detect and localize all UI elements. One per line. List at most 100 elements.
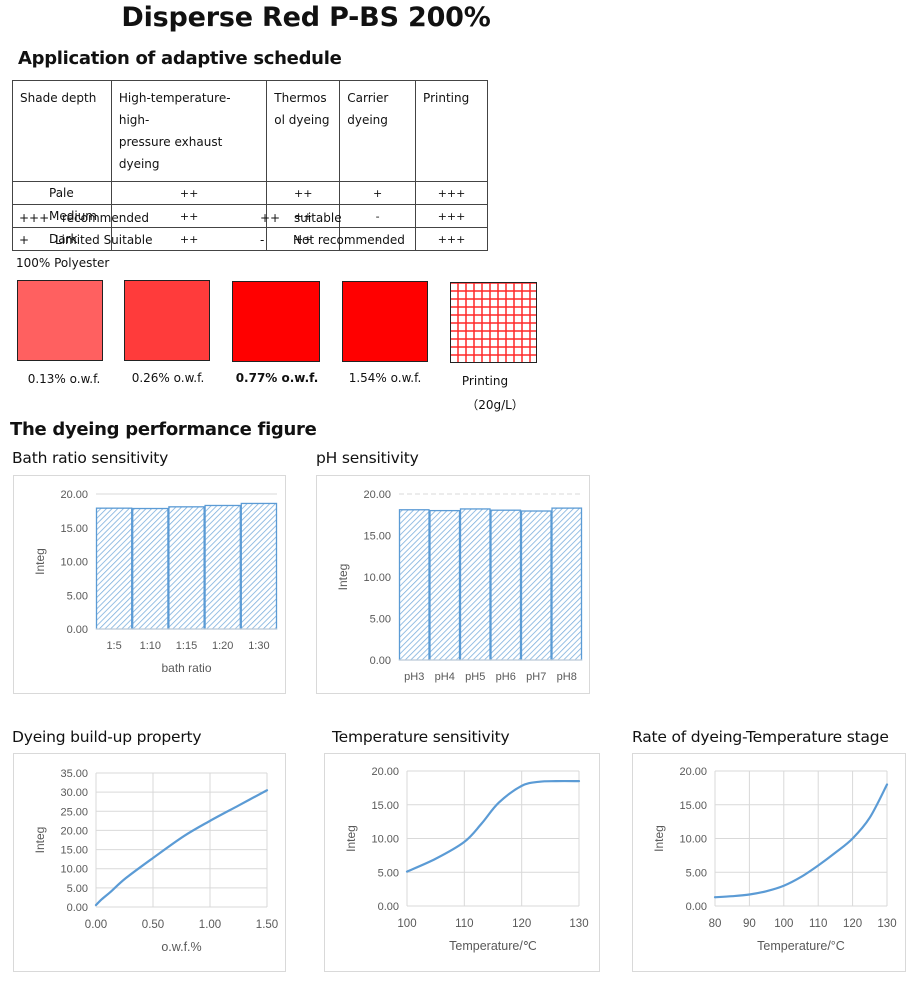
y-axis-label: Integ: [33, 827, 47, 854]
table-row: Pale ++ ++ + +++: [12, 181, 488, 205]
y-tick-label: 5.00: [686, 867, 707, 879]
swatch-label: 0.13% o.w.f.: [27, 372, 101, 386]
y-tick-label: 15.00: [371, 800, 399, 812]
x-tick-label: pH5: [465, 671, 485, 683]
swatch-label: Printing: [461, 374, 509, 388]
x-tick-label: 100: [774, 918, 793, 930]
y-tick-label: 5.00: [67, 883, 88, 895]
x-tick-label: 0.00: [85, 919, 107, 931]
swatch-label: 0.26% o.w.f.: [131, 371, 205, 385]
ph-chart: 0.00 5.00 10.00 15.00 20.00 Integ pH3 pH4 pH5 pH6…: [316, 475, 590, 694]
swatch-0: [17, 280, 103, 361]
bar: [398, 509, 430, 661]
y-tick-label: 20.00: [371, 766, 399, 778]
y-tick-label: 10.00: [371, 834, 399, 846]
bath-ratio-chart: 0.00 5.00 10.00 15.00 20.00 Integ 1:5 1:10 1:15 1…: [13, 475, 286, 694]
y-tick-label: 10.00: [679, 834, 707, 846]
swatch-label: 0.77% o.w.f.: [235, 371, 319, 385]
y-tick-label: 5.00: [67, 590, 88, 602]
series-line: [713, 783, 889, 899]
swatch-2: [232, 281, 320, 362]
swatch-sublabel: （20g/L）: [466, 398, 524, 412]
y-tick-label: 25.00: [60, 806, 88, 818]
x-tick-label: pH4: [435, 671, 455, 683]
x-tick-label: 1:20: [212, 640, 233, 652]
bar: [95, 507, 133, 630]
bar: [168, 506, 205, 630]
bar: [459, 508, 491, 661]
ph-chart-svg: 0.00 5.00 10.00 15.00 20.00 Integ pH3 pH4 pH5 pH6…: [336, 489, 583, 683]
chart-title: Bath ratio sensitivity: [12, 449, 169, 467]
legend-meaning: suitable: [294, 211, 342, 225]
y-tick-label: 0.00: [378, 901, 399, 913]
temperature-sensitivity-chart-svg: 0.00 5.00 10.00 15.00 20.00 Integ 100 110 120 130…: [344, 766, 589, 953]
bar: [132, 507, 169, 630]
bar: [240, 502, 278, 630]
y-tick-label: 10.00: [60, 557, 88, 569]
column-header: Printing: [415, 80, 488, 182]
column-header: Thermos ol dyeing: [266, 80, 341, 182]
performance-heading: The dyeing performance figure: [10, 419, 317, 440]
legend-symbol: -: [260, 233, 265, 247]
y-tick-label: 20.00: [60, 825, 88, 837]
y-tick-label: 0.00: [67, 902, 88, 914]
buildup-chart: 0.00 5.00 10.00 15.00 20.00 25.00 30.00 35.00 In…: [13, 753, 286, 972]
rating-cell: +++: [415, 227, 488, 251]
x-tick-label: 1:5: [106, 640, 121, 652]
legend-symbol: ++: [260, 211, 281, 225]
bar: [204, 504, 241, 630]
y-tick-label: 10.00: [363, 572, 391, 584]
x-tick-label: 120: [512, 918, 531, 930]
y-tick-label: 10.00: [60, 864, 88, 876]
x-axis-label: Temperature/℃: [449, 939, 537, 953]
x-tick-label: 1.00: [199, 919, 221, 931]
page-title: Disperse Red P-BS 200%: [121, 2, 491, 33]
legend-meaning: Not recommended: [293, 233, 405, 247]
y-axis-label: Integ: [652, 825, 666, 852]
column-header: High-temperature-high-pressure exhaust d…: [110, 80, 268, 182]
temperature-sensitivity-chart: 0.00 5.00 10.00 15.00 20.00 Integ 100 110 120 130…: [324, 753, 600, 972]
bar: [551, 507, 583, 661]
x-tick-label: 80: [709, 918, 722, 930]
y-tick-label: 0.00: [370, 655, 391, 667]
rating-cell: ++: [266, 181, 341, 205]
y-tick-label: 0.00: [686, 901, 707, 913]
swatch-1: [124, 280, 210, 361]
x-tick-label: 1:15: [176, 640, 197, 652]
x-tick-label: 0.50: [142, 919, 164, 931]
column-header: Shade depth: [12, 80, 112, 182]
y-tick-label: 35.00: [60, 768, 88, 780]
y-tick-label: 0.00: [67, 624, 88, 636]
y-tick-label: 15.00: [679, 800, 707, 812]
x-tick-label: 90: [743, 918, 756, 930]
x-tick-label: pH7: [526, 671, 546, 683]
y-tick-label: 15.00: [60, 523, 88, 535]
shade-cell: Pale: [12, 181, 112, 205]
y-tick-label: 5.00: [370, 614, 391, 626]
x-tick-label: pH6: [496, 671, 516, 683]
rating-cell: +: [339, 181, 417, 205]
rate-of-dyeing-chart-svg: 0.00 5.00 10.00 15.00 20.00 Integ 80 90 100 110 12…: [652, 766, 897, 953]
x-axis-label: o.w.f.%: [161, 940, 201, 954]
bar: [429, 509, 461, 661]
rating-cell: +++: [415, 204, 488, 228]
x-axis-label: Temperature/°C: [757, 939, 845, 953]
x-tick-label: 130: [877, 918, 896, 930]
table-header-row: Shade depth High-temperature-high-pressu…: [12, 80, 488, 182]
rating-cell: ++: [110, 181, 268, 205]
swatch-3: [342, 281, 428, 362]
chart-title: Dyeing build-up property: [12, 728, 202, 746]
x-axis-label: bath ratio: [161, 661, 211, 675]
rating-cell: +++: [415, 181, 488, 205]
schedule-heading: Application of adaptive schedule: [18, 48, 342, 69]
y-axis-label: Integ: [344, 825, 358, 852]
y-tick-label: 5.00: [378, 867, 399, 879]
y-tick-label: 20.00: [363, 489, 391, 501]
rating-cell: -: [339, 204, 417, 228]
swatch-printing: [450, 282, 537, 363]
x-tick-label: 1.50: [256, 919, 278, 931]
chart-title: Rate of dyeing-Temperature stage: [632, 728, 889, 746]
x-tick-label: 120: [843, 918, 862, 930]
x-tick-label: 110: [455, 918, 473, 930]
x-tick-label: 110: [809, 918, 827, 930]
